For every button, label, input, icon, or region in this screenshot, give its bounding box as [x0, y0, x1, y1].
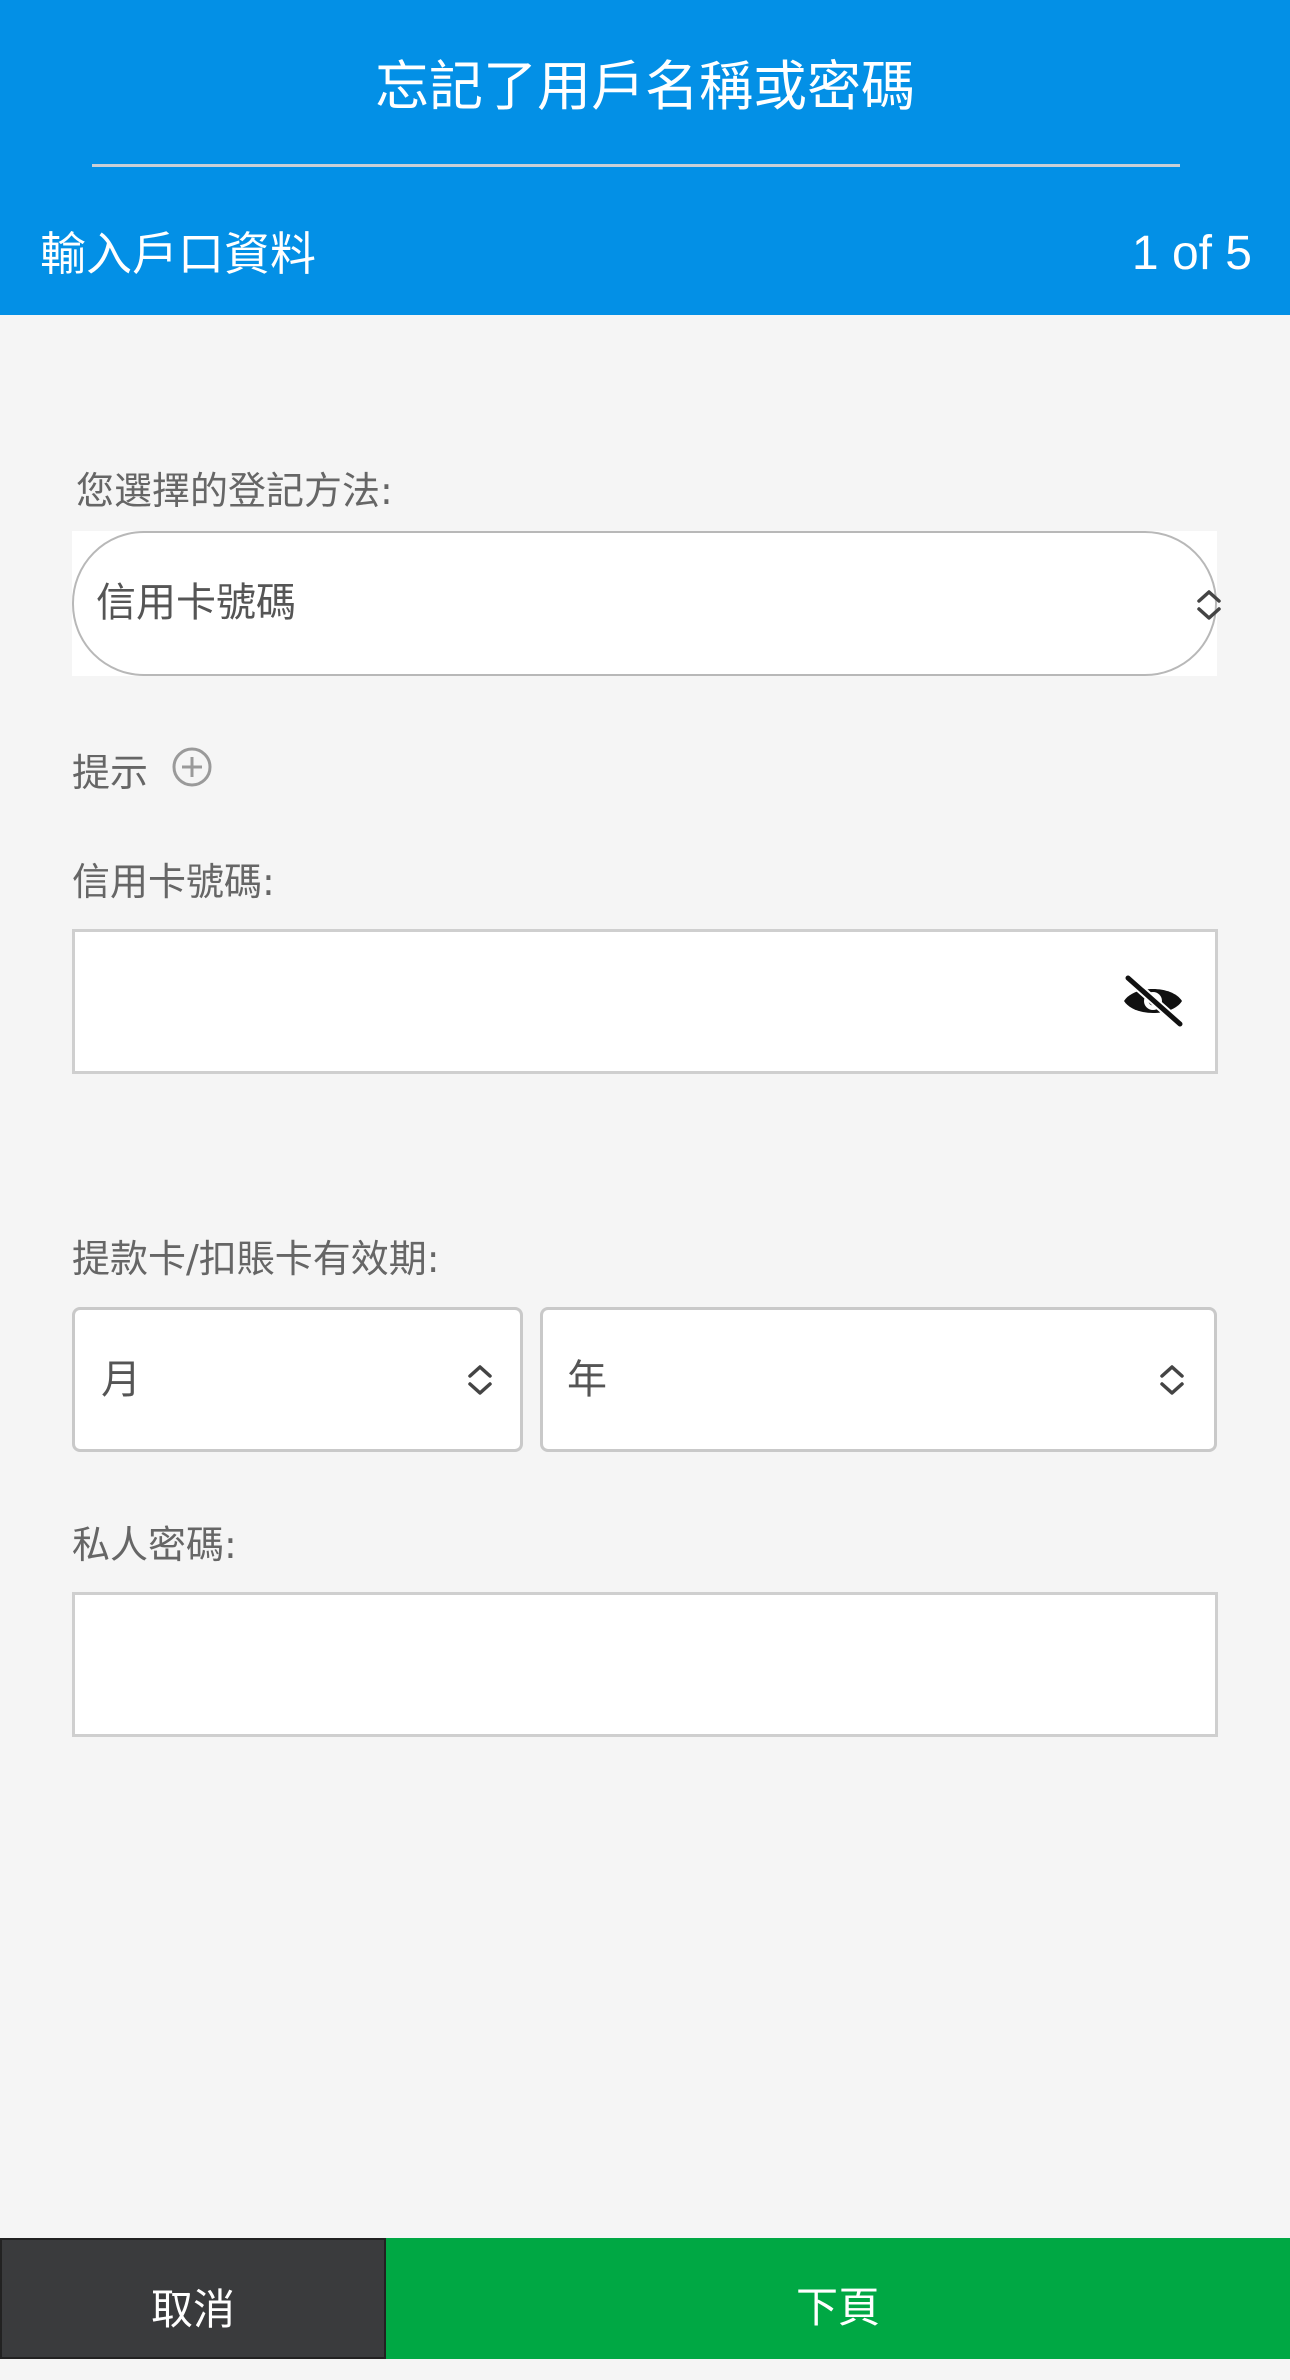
expiry-month-select[interactable]: 月: [72, 1307, 523, 1452]
method-label: 您選擇的登記方法:: [76, 469, 393, 513]
card-number-label: 信用卡號碼:: [72, 860, 275, 904]
header-bar: 忘記了用戶名稱或密碼 輸入戶口資料 1 of 5: [0, 0, 1290, 315]
expiry-year-select[interactable]: 年: [540, 1307, 1217, 1452]
step-counter: 1 of 5: [1131, 227, 1252, 280]
eye-slash-icon[interactable]: [1118, 972, 1188, 1030]
chevron-up-down-icon: [1160, 1365, 1184, 1395]
chevron-up-down-icon: [1197, 590, 1221, 620]
card-number-input[interactable]: [72, 929, 1218, 1074]
step-title: 輸入戶口資料: [40, 227, 316, 281]
page-title: 忘記了用戶名稱或密碼: [375, 55, 915, 118]
header-divider: [92, 164, 1180, 167]
plus-circle-icon[interactable]: [170, 745, 214, 789]
expiry-year-value: 年: [567, 1357, 607, 1403]
method-select-wrapper: 信用卡號碼: [72, 531, 1221, 676]
next-page-button[interactable]: 下頁: [386, 2238, 1290, 2359]
hint-label: 提示: [72, 751, 149, 795]
expiry-label: 提款卡/扣賬卡有效期:: [72, 1237, 440, 1281]
method-select[interactable]: 信用卡號碼: [72, 531, 1221, 676]
chevron-up-down-icon: [468, 1365, 492, 1395]
footer-bar: 取消 下頁: [0, 2238, 1290, 2359]
method-select-value: 信用卡號碼: [96, 580, 296, 626]
pin-input[interactable]: [72, 1592, 1218, 1737]
cancel-button[interactable]: 取消: [0, 2238, 386, 2359]
expiry-month-value: 月: [101, 1357, 141, 1403]
pin-label: 私人密碼:: [72, 1523, 237, 1567]
